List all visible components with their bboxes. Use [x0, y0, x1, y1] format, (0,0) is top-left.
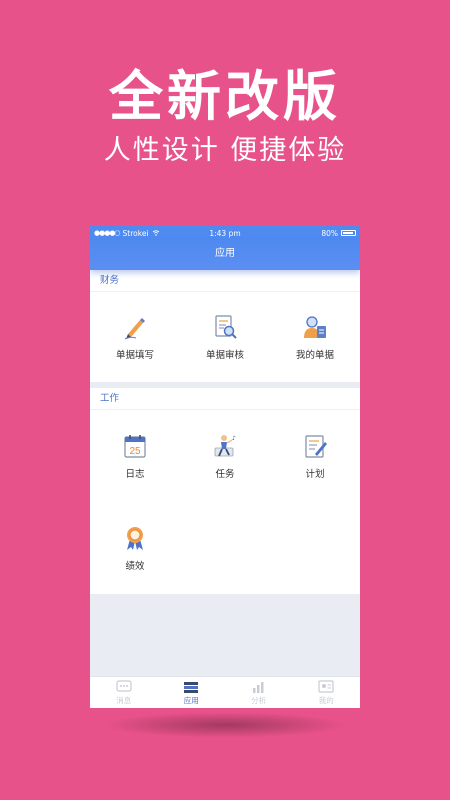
status-bar: ●●●●○ Strokei 1:43 pm 80% [90, 226, 360, 240]
runner-icon: ♪ [214, 435, 236, 457]
tab-label: 消息 [116, 695, 132, 705]
app-my-forms[interactable]: 我的单据 [270, 292, 360, 382]
tab-bar: 消息 应用 分析 我的 [90, 676, 360, 708]
bar-chart-icon [252, 681, 264, 693]
finance-section: 财务 单据填写 单据审核 我的单据 [90, 270, 360, 382]
app-label: 日志 [125, 469, 145, 480]
work-section: 工作 25 日志 ♪ 任务 计划 绩效 [90, 388, 360, 594]
work-header: 工作 [90, 388, 360, 410]
checklist-icon [305, 435, 327, 458]
award-icon [127, 527, 143, 550]
app-label: 计划 [305, 469, 325, 480]
user-document-icon [304, 316, 326, 338]
pen-icon [124, 318, 145, 340]
tab-label: 我的 [318, 695, 334, 705]
status-time: 1:43 pm [209, 228, 241, 238]
tab-apps[interactable]: 应用 [158, 677, 226, 708]
tab-analysis[interactable]: 分析 [225, 677, 293, 708]
tab-label: 应用 [183, 695, 199, 705]
message-icon [116, 679, 132, 692]
phone-screen: ●●●●○ Strokei 1:43 pm 80% 应用 财务 单据填写 单据审… [90, 226, 360, 708]
app-label: 任务 [215, 469, 235, 480]
app-plan[interactable]: 计划 [270, 410, 360, 502]
calendar-icon: 25 [124, 435, 146, 458]
app-label: 绩效 [125, 561, 145, 572]
tab-messages[interactable]: 消息 [90, 677, 158, 708]
promo-subline: 人性设计 便捷体验 [103, 135, 347, 166]
svg-text:♪: ♪ [232, 435, 236, 442]
battery-icon [341, 230, 356, 236]
app-fill-form[interactable]: 单据填写 [90, 292, 180, 382]
apps-stack-icon [184, 681, 199, 693]
nav-title: 应用 [90, 240, 360, 270]
app-performance[interactable]: 绩效 [90, 502, 180, 594]
finance-header: 财务 [90, 270, 360, 292]
profile-card-icon [318, 679, 334, 693]
tab-mine[interactable]: 我的 [293, 677, 361, 708]
app-label: 单据审核 [205, 350, 244, 361]
app-label: 我的单据 [295, 350, 334, 361]
promo-headline: 全新改版 [109, 65, 341, 128]
document-search-icon [215, 315, 237, 339]
app-log[interactable]: 25 日志 [90, 410, 180, 502]
phone-shadow [102, 712, 348, 738]
app-review-form[interactable]: 单据审核 [180, 292, 270, 382]
tab-label: 分析 [251, 695, 267, 705]
calendar-day: 25 [129, 446, 141, 457]
app-task[interactable]: ♪ 任务 [180, 410, 270, 502]
app-label: 单据填写 [115, 350, 154, 361]
